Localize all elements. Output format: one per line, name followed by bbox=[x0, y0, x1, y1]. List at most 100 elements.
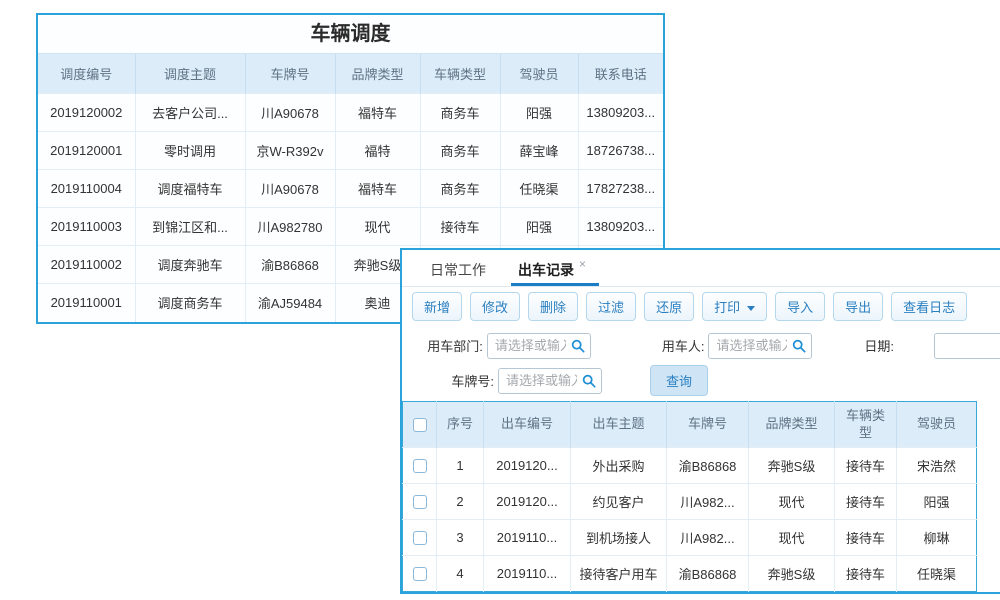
search-icon[interactable] bbox=[792, 339, 806, 353]
dept-input-wrap bbox=[487, 333, 591, 359]
row-checkbox[interactable] bbox=[413, 567, 427, 581]
cell-link[interactable]: 调度奔驰车 bbox=[135, 246, 245, 284]
cell-link[interactable]: 2019120001 bbox=[38, 132, 135, 170]
view-log-button[interactable]: 查看日志 bbox=[891, 292, 967, 321]
cell-link[interactable]: 渝B86868 bbox=[667, 448, 749, 484]
search-icon[interactable] bbox=[582, 374, 596, 388]
select-all-header[interactable] bbox=[403, 402, 437, 448]
column-header: 车辆类型 bbox=[420, 54, 500, 94]
cell: 接待车 bbox=[835, 448, 897, 484]
dispatch-panel-title: 车辆调度 bbox=[38, 15, 663, 53]
cell-link[interactable]: 京W-R392v bbox=[245, 132, 335, 170]
cell-link[interactable]: 川A982... bbox=[667, 484, 749, 520]
table-row[interactable]: 22019120...约见客户川A982...现代接待车阳强 bbox=[403, 484, 977, 520]
cell-link[interactable]: 任晓渠 bbox=[897, 556, 977, 592]
plate-label: 车牌号: bbox=[418, 371, 494, 390]
search-icon[interactable] bbox=[571, 339, 585, 353]
button-label: 过滤 bbox=[598, 300, 624, 315]
cell-link[interactable]: 2019120... bbox=[484, 448, 571, 484]
add-button[interactable]: 新增 bbox=[412, 292, 462, 321]
cell-link[interactable]: 川A982... bbox=[667, 520, 749, 556]
restore-button[interactable]: 还原 bbox=[644, 292, 694, 321]
table-row[interactable]: 12019120...外出采购渝B86868奔驰S级接待车宋浩然 bbox=[403, 448, 977, 484]
row-select-cell bbox=[403, 520, 437, 556]
cell-link[interactable]: 川A90678 bbox=[245, 94, 335, 132]
table-row[interactable]: 42019110...接待客户用车渝B86868奔驰S级接待车任晓渠 bbox=[403, 556, 977, 592]
row-checkbox[interactable] bbox=[413, 495, 427, 509]
column-header: 车牌号 bbox=[245, 54, 335, 94]
cell-link[interactable]: 阳强 bbox=[897, 484, 977, 520]
table-row[interactable]: 2019110003到锦江区和...川A982780现代接待车阳强1380920… bbox=[38, 208, 663, 246]
row-select-cell bbox=[403, 556, 437, 592]
cell-link[interactable]: 宋浩然 bbox=[897, 448, 977, 484]
cell-link[interactable]: 渝B86868 bbox=[667, 556, 749, 592]
tab-close-icon[interactable]: × bbox=[579, 257, 586, 271]
dropdown-caret-icon bbox=[747, 306, 755, 311]
cell-link[interactable]: 调度福特车 bbox=[135, 170, 245, 208]
cell-link[interactable]: 接待客户用车 bbox=[571, 556, 667, 592]
tab-daily-work[interactable]: 日常工作 bbox=[427, 250, 489, 286]
edit-button[interactable]: 修改 bbox=[470, 292, 520, 321]
cell-link[interactable]: 2019110... bbox=[484, 556, 571, 592]
cell-link[interactable]: 零时调用 bbox=[135, 132, 245, 170]
button-label: 打印 bbox=[714, 300, 740, 315]
row-checkbox[interactable] bbox=[413, 459, 427, 473]
table-row[interactable]: 2019120002去客户公司...川A90678福特车商务车阳强1380920… bbox=[38, 94, 663, 132]
button-label: 导入 bbox=[787, 300, 813, 315]
cell-link[interactable]: 2019110004 bbox=[38, 170, 135, 208]
cell-link[interactable]: 约见客户 bbox=[571, 484, 667, 520]
cell-link[interactable]: 2019120002 bbox=[38, 94, 135, 132]
tab-trip-records[interactable]: 出车记录 × bbox=[515, 250, 589, 286]
cell: 商务车 bbox=[420, 132, 500, 170]
select-all-checkbox[interactable] bbox=[413, 418, 427, 432]
cell-link[interactable]: 到机场接人 bbox=[571, 520, 667, 556]
trip-header-row: 序号出车编号出车主题车牌号品牌类型车辆类型驾驶员 bbox=[403, 402, 977, 448]
query-button[interactable]: 查询 bbox=[650, 365, 708, 396]
filter-button[interactable]: 过滤 bbox=[586, 292, 636, 321]
button-label: 还原 bbox=[656, 300, 682, 315]
table-row[interactable]: 2019110004调度福特车川A90678福特车商务车任晓渠17827238.… bbox=[38, 170, 663, 208]
delete-button[interactable]: 删除 bbox=[528, 292, 578, 321]
date-input[interactable] bbox=[934, 333, 1000, 359]
cell-link[interactable]: 2019110002 bbox=[38, 246, 135, 284]
cell-link[interactable]: 调度商务车 bbox=[135, 284, 245, 322]
export-button[interactable]: 导出 bbox=[833, 292, 883, 321]
cell: 奔驰S级 bbox=[749, 448, 835, 484]
cell-link[interactable]: 渝B86868 bbox=[245, 246, 335, 284]
cell-link[interactable]: 川A90678 bbox=[245, 170, 335, 208]
date-input-wrap bbox=[898, 333, 1000, 359]
cell-link[interactable]: 外出采购 bbox=[571, 448, 667, 484]
cell-link[interactable]: 柳琳 bbox=[897, 520, 977, 556]
button-label: 删除 bbox=[540, 300, 566, 315]
user-label: 用车人: bbox=[655, 336, 705, 355]
row-checkbox[interactable] bbox=[413, 531, 427, 545]
cell-link[interactable]: 到锦江区和... bbox=[135, 208, 245, 246]
cell-link[interactable]: 2019110... bbox=[484, 520, 571, 556]
cell-link[interactable]: 阳强 bbox=[500, 208, 578, 246]
cell: 17827238... bbox=[578, 170, 663, 208]
button-label: 导出 bbox=[845, 300, 871, 315]
cell: 18726738... bbox=[578, 132, 663, 170]
cell-link[interactable]: 2019110001 bbox=[38, 284, 135, 322]
tab-label: 出车记录 bbox=[518, 262, 574, 278]
cell-link[interactable]: 2019120... bbox=[484, 484, 571, 520]
cell-link[interactable]: 阳强 bbox=[500, 94, 578, 132]
import-button[interactable]: 导入 bbox=[775, 292, 825, 321]
button-label: 查看日志 bbox=[903, 300, 955, 315]
cell-link[interactable]: 去客户公司... bbox=[135, 94, 245, 132]
column-header: 调度编号 bbox=[38, 54, 135, 94]
button-label: 修改 bbox=[482, 300, 508, 315]
table-row[interactable]: 2019120001零时调用京W-R392v福特商务车薛宝峰18726738..… bbox=[38, 132, 663, 170]
cell-link[interactable]: 薛宝峰 bbox=[500, 132, 578, 170]
cell-link[interactable]: 渝AJ59484 bbox=[245, 284, 335, 322]
cell: 现代 bbox=[335, 208, 420, 246]
cell: 13809203... bbox=[578, 208, 663, 246]
cell: 商务车 bbox=[420, 170, 500, 208]
cell-link[interactable]: 2019110003 bbox=[38, 208, 135, 246]
cell: 现代 bbox=[749, 520, 835, 556]
table-row[interactable]: 32019110...到机场接人川A982...现代接待车柳琳 bbox=[403, 520, 977, 556]
print-button[interactable]: 打印 bbox=[702, 292, 767, 321]
cell-link[interactable]: 川A982780 bbox=[245, 208, 335, 246]
plate-input-wrap bbox=[498, 368, 602, 394]
cell-link[interactable]: 任晓渠 bbox=[500, 170, 578, 208]
